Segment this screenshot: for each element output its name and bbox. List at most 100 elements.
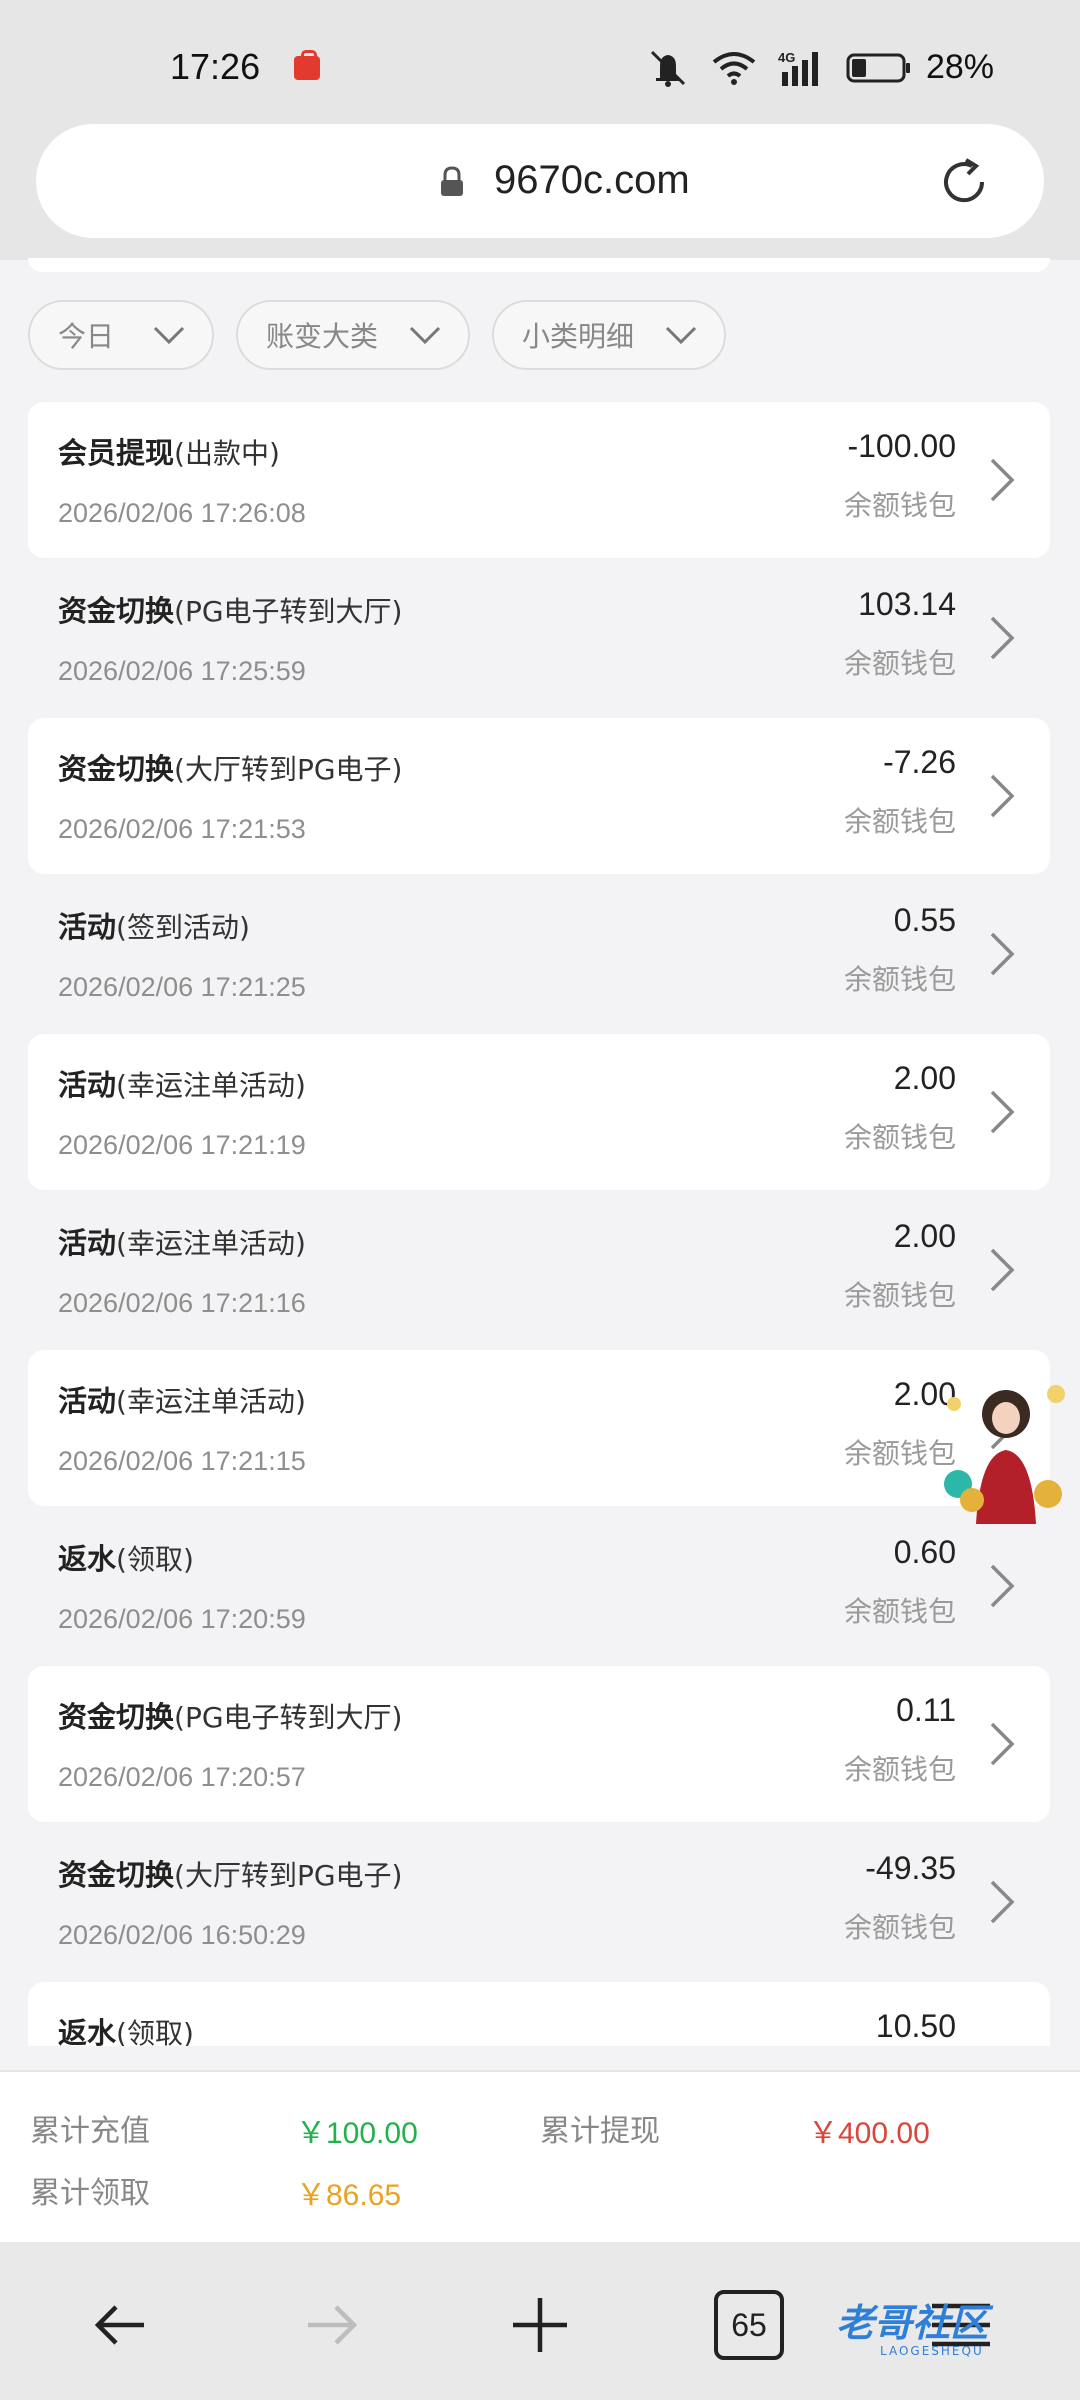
tabs-count-button[interactable]: 65 xyxy=(714,2290,784,2360)
transaction-date: 2026/02/06 17:26:08 xyxy=(58,498,306,528)
watermark-sub: LAOGESHEQU xyxy=(880,2344,984,2358)
transaction-row[interactable]: 资金切换(PG电子转到大厅) 2026/02/06 17:25:59 103.1… xyxy=(28,560,1050,716)
filter-category[interactable]: 账变大类 xyxy=(236,300,470,370)
transaction-row[interactable]: 活动(幸运注单活动) 2026/02/06 17:21:19 2.00 余额钱包 xyxy=(28,1034,1050,1190)
transaction-wallet: 余额钱包 xyxy=(843,1911,956,1944)
transaction-type: 活动 xyxy=(58,1068,117,1102)
chevron-right-icon xyxy=(990,1722,1015,1766)
tab-count: 65 xyxy=(731,2306,767,2343)
url-text[interactable]: 9670c.com xyxy=(494,158,690,203)
summary-panel: 累计充值 ￥100.00 累计提现 ￥400.00 累计领取 ￥86.65 xyxy=(0,2070,1080,2242)
filter-subcategory-label: 小类明细 xyxy=(522,320,635,353)
transaction-wallet: 余额钱包 xyxy=(843,489,956,522)
transaction-amount: 103.14 xyxy=(858,586,956,622)
transaction-subtype: (幸运注单活动) xyxy=(116,1227,306,1260)
transaction-type: 活动 xyxy=(58,1226,117,1260)
notification-icon xyxy=(294,50,320,80)
total-claim-value: ￥86.65 xyxy=(296,2179,402,2212)
chevron-down-icon xyxy=(153,326,185,345)
transaction-wallet: 余额钱包 xyxy=(843,805,956,838)
svg-text:4G: 4G xyxy=(778,50,795,65)
transaction-subtype: (大厅转到PG电子) xyxy=(174,753,403,786)
transaction-row[interactable]: 资金切换(PG电子转到大厅) 2026/02/06 17:20:57 0.11 … xyxy=(28,1666,1050,1822)
chevron-right-icon xyxy=(990,458,1015,502)
transaction-date: 2026/02/06 16:50:29 xyxy=(58,1920,306,1950)
transaction-row[interactable]: 会员提现(出款中) 2026/02/06 17:26:08 -100.00 余额… xyxy=(28,402,1050,558)
total-claim-label: 累计领取 xyxy=(30,2176,150,2211)
transaction-date: 2026/02/06 17:21:53 xyxy=(58,814,306,844)
transaction-amount: -49.35 xyxy=(865,1850,956,1886)
transaction-amount: -7.26 xyxy=(883,744,956,780)
chevron-down-icon xyxy=(409,326,441,345)
new-tab-plus-icon[interactable] xyxy=(505,2290,575,2360)
transaction-row[interactable]: 活动(幸运注单活动) 2026/02/06 17:21:15 2.00 余额钱包 xyxy=(28,1350,1050,1506)
total-withdraw-label: 累计提现 xyxy=(540,2114,660,2149)
transaction-subtype: (领取) xyxy=(116,1543,194,1576)
transaction-type: 返水 xyxy=(58,2016,117,2046)
reload-icon[interactable] xyxy=(936,154,992,210)
transaction-row[interactable]: 返水(领取) 10.50 xyxy=(28,1982,1050,2046)
transaction-amount: 0.11 xyxy=(896,1692,956,1728)
address-bar[interactable]: 9670c.com xyxy=(36,124,1044,238)
transaction-amount: 2.00 xyxy=(893,1060,956,1096)
transaction-row[interactable]: 资金切换(大厅转到PG电子) 2026/02/06 16:50:29 -49.3… xyxy=(28,1824,1050,1980)
transaction-row[interactable]: 活动(幸运注单活动) 2026/02/06 17:21:16 2.00 余额钱包 xyxy=(28,1192,1050,1348)
mute-icon xyxy=(650,50,686,87)
chevron-right-icon xyxy=(990,774,1015,818)
transaction-subtype: (幸运注单活动) xyxy=(116,1069,306,1102)
filter-category-label: 账变大类 xyxy=(266,320,379,353)
forward-arrow-icon[interactable] xyxy=(296,2290,366,2360)
transaction-wallet: 余额钱包 xyxy=(843,963,956,996)
floating-promo-icon[interactable] xyxy=(936,1374,1076,1524)
chevron-right-icon xyxy=(990,932,1015,976)
transaction-amount: 0.60 xyxy=(893,1534,956,1570)
transaction-type: 资金切换 xyxy=(58,594,175,628)
transaction-amount: 10.50 xyxy=(875,2008,956,2044)
signal-icon: 4G xyxy=(778,50,818,86)
chevron-right-icon xyxy=(990,1248,1015,1292)
transaction-amount: 0.55 xyxy=(893,902,956,938)
battery-icon xyxy=(846,53,910,83)
transaction-list: 会员提现(出款中) 2026/02/06 17:26:08 -100.00 余额… xyxy=(28,400,1050,2046)
transaction-type: 返水 xyxy=(58,1542,117,1576)
transaction-row[interactable]: 活动(签到活动) 2026/02/06 17:21:25 0.55 余额钱包 xyxy=(28,876,1050,1032)
transaction-subtype: (PG电子转到大厅) xyxy=(174,1701,403,1734)
chevron-down-icon xyxy=(665,326,697,345)
browser-toolbar: 9670c.com xyxy=(0,100,1080,260)
back-arrow-icon[interactable] xyxy=(86,2290,156,2360)
transaction-subtype: (幸运注单活动) xyxy=(116,1385,306,1418)
transaction-wallet: 余额钱包 xyxy=(843,1279,956,1312)
total-recharge-value: ￥100.00 xyxy=(296,2117,418,2150)
transaction-date: 2026/02/06 17:25:59 xyxy=(58,656,306,686)
transaction-date: 2026/02/06 17:21:25 xyxy=(58,972,306,1002)
chevron-right-icon xyxy=(990,1090,1015,1134)
battery-percent: 28% xyxy=(925,48,994,86)
transaction-subtype: (大厅转到PG电子) xyxy=(174,1859,403,1892)
transaction-type: 活动 xyxy=(58,1384,117,1418)
transaction-type: 活动 xyxy=(58,910,117,944)
transaction-subtype: (领取) xyxy=(116,2017,194,2046)
lock-icon xyxy=(441,166,463,196)
status-icons: 4G xyxy=(646,48,912,88)
chevron-right-icon xyxy=(990,1564,1015,1608)
filter-date[interactable]: 今日 xyxy=(28,300,214,370)
transaction-subtype: (PG电子转到大厅) xyxy=(174,595,403,628)
transaction-date: 2026/02/06 17:21:16 xyxy=(58,1288,306,1318)
transaction-date: 2026/02/06 17:21:15 xyxy=(58,1446,306,1476)
status-time: 17:26 xyxy=(170,46,261,87)
transaction-row[interactable]: 资金切换(大厅转到PG电子) 2026/02/06 17:21:53 -7.26… xyxy=(28,718,1050,874)
transaction-type: 会员提现 xyxy=(58,436,175,470)
total-recharge-label: 累计充值 xyxy=(30,2114,150,2149)
total-withdraw-value: ￥400.00 xyxy=(808,2117,930,2150)
filter-subcategory[interactable]: 小类明细 xyxy=(492,300,726,370)
transaction-date: 2026/02/06 17:20:59 xyxy=(58,1604,306,1634)
chevron-right-icon xyxy=(990,616,1015,660)
transaction-wallet: 余额钱包 xyxy=(843,647,956,680)
transaction-type: 资金切换 xyxy=(58,752,175,786)
transaction-row[interactable]: 返水(领取) 2026/02/06 17:20:59 0.60 余额钱包 xyxy=(28,1508,1050,1664)
chevron-right-icon xyxy=(990,1880,1015,1924)
transaction-wallet: 余额钱包 xyxy=(843,1121,956,1154)
transaction-wallet: 余额钱包 xyxy=(843,1595,956,1628)
filter-date-label: 今日 xyxy=(58,320,115,353)
watermark-logo: 老哥社区 xyxy=(836,2301,989,2345)
